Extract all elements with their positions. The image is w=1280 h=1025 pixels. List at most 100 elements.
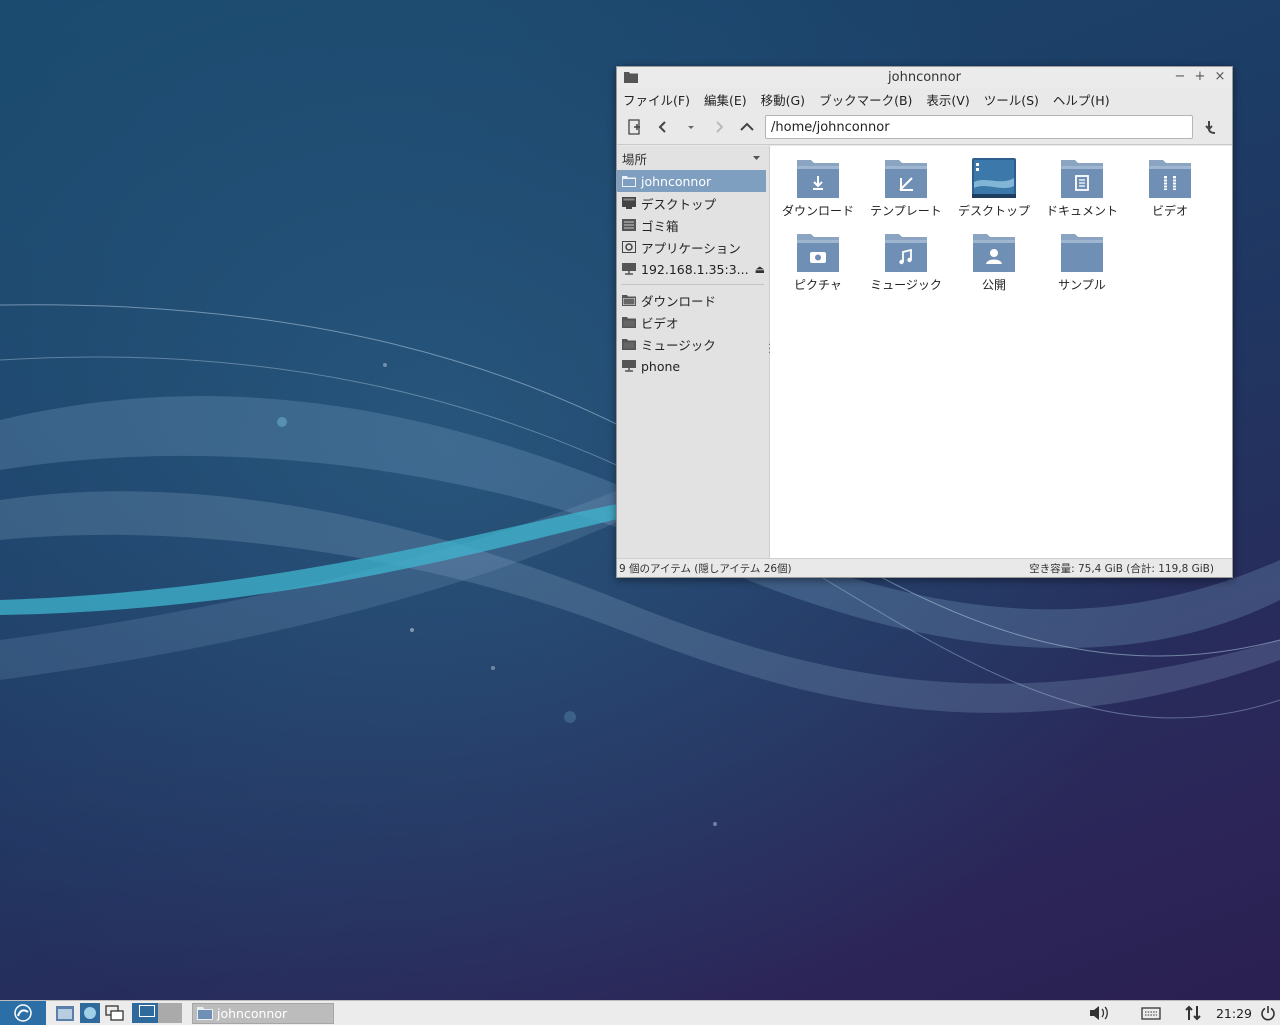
title-bar[interactable]: johnconnor − + × [617, 67, 1232, 88]
menu-bookmarks[interactable]: ブックマーク(B) [819, 90, 912, 109]
menu-edit[interactable]: 編集(E) [704, 90, 747, 109]
arrow-right-icon [716, 121, 724, 133]
workspace-2[interactable] [158, 1003, 182, 1023]
go-button[interactable] [1199, 115, 1223, 139]
browser-launcher[interactable] [79, 1003, 101, 1023]
volume-button[interactable] [1084, 1005, 1114, 1021]
show-desktop-button[interactable] [104, 1003, 126, 1023]
folder-item-public[interactable]: 公開 [951, 230, 1037, 293]
minimize-button[interactable]: − [1174, 69, 1186, 84]
folder-item-pictures[interactable]: ピクチャ [775, 230, 861, 293]
sidebar-item-trash[interactable]: ゴミ箱 [617, 214, 769, 236]
power-icon [1261, 1006, 1275, 1021]
sidebar-header[interactable]: 場所 [617, 146, 769, 170]
folder-item-label: ミュージック [870, 278, 942, 292]
start-menu-button[interactable] [0, 1001, 46, 1025]
keyboard-button[interactable] [1136, 1006, 1166, 1020]
workspace-pager[interactable] [132, 1003, 182, 1023]
taskbar: johnconnor 21:29 [0, 1000, 1280, 1025]
power-button[interactable] [1256, 1005, 1280, 1021]
network-drive-icon [622, 360, 636, 372]
go-arrow-icon [1205, 121, 1216, 134]
sidebar-item-label: ダウンロード [641, 293, 717, 309]
window-title: johnconnor [888, 70, 961, 85]
toolbar: /home/johnconnor [617, 110, 1232, 145]
new-tab-icon [628, 119, 640, 135]
desktop-folder-icon [972, 158, 1016, 198]
folder-item-videos[interactable]: ビデオ [1127, 156, 1213, 219]
sidebar-item-desktop[interactable]: デスクトップ [617, 192, 769, 214]
folder-icon [622, 176, 636, 187]
browser-icon [80, 1003, 100, 1023]
back-button[interactable] [651, 115, 675, 139]
folder-item-music[interactable]: ミュージック [863, 230, 949, 293]
picture-folder-icon [797, 234, 839, 272]
menu-help[interactable]: ヘルプ(H) [1053, 90, 1110, 109]
clock[interactable]: 21:29 [1216, 1006, 1252, 1021]
file-manager-icon [56, 1006, 74, 1021]
folder-item-label: ビデオ [1151, 204, 1188, 218]
trash-icon [622, 219, 636, 231]
sidebar-item-label: ミュージック [641, 337, 716, 353]
maximize-button[interactable]: + [1194, 69, 1206, 84]
network-button[interactable] [1178, 1004, 1208, 1022]
public-folder-icon [973, 234, 1015, 272]
folder-item-label: ピクチャ [794, 278, 842, 292]
folder-item-templates[interactable]: テンプレート [863, 156, 949, 219]
workspace-window-preview [139, 1005, 155, 1017]
folder-item-label: ダウンロード [781, 204, 854, 218]
new-tab-button[interactable] [623, 115, 647, 139]
menu-file[interactable]: ファイル(F) [623, 90, 690, 109]
forward-button[interactable] [707, 115, 731, 139]
sidebar-item-applications[interactable]: アプリケーション [617, 236, 769, 258]
document-folder-icon [1061, 160, 1103, 198]
menu-tools[interactable]: ツール(S) [984, 90, 1039, 109]
task-label: johnconnor [217, 1005, 288, 1021]
sidebar-item-home[interactable]: johnconnor [617, 170, 766, 192]
template-folder-icon [885, 160, 927, 198]
folder-item-downloads[interactable]: ダウンロード [775, 156, 861, 219]
lubuntu-logo-icon [14, 1004, 32, 1022]
parent-folder-button[interactable] [735, 115, 759, 139]
folder-icon [197, 1007, 213, 1020]
folder-item-samples[interactable]: サンプル [1039, 230, 1125, 293]
sidebar-item-label: アプリケーション [641, 240, 741, 256]
folder-item-label: サンプル [1058, 278, 1106, 292]
desktop-icon [622, 197, 636, 209]
sidebar-item-phone[interactable]: phone [617, 355, 769, 377]
sidebar-item-music[interactable]: ミュージック [617, 333, 769, 355]
arrow-up-icon [740, 122, 754, 131]
places-sidebar: 場所 johnconnor デスクトップ ゴミ箱 アプリケーション 192.16… [617, 146, 771, 559]
applications-icon [622, 241, 636, 253]
folder-icon [1061, 234, 1103, 272]
menu-go[interactable]: 移動(G) [761, 90, 805, 109]
folder-item-label: デスクトップ [957, 204, 1030, 218]
music-folder-icon [885, 234, 927, 272]
folder-icon [624, 72, 638, 83]
workspace-1[interactable] [132, 1003, 158, 1023]
sidebar-item-label: 192.168.1.35:3... [641, 261, 749, 277]
system-tray: 21:29 [1084, 1001, 1280, 1025]
folder-item-documents[interactable]: ドキュメント [1039, 156, 1125, 219]
status-bar: 9 個のアイテム (隠しアイテム 26個) 空き容量: 75,4 GiB (合計… [617, 558, 1232, 577]
folder-item-label: テンプレート [870, 204, 942, 218]
sidebar-item-label: johnconnor [641, 173, 712, 189]
taskbar-window-johnconnor[interactable]: johnconnor [192, 1002, 334, 1024]
folder-icon [622, 295, 636, 306]
sidebar-item-downloads[interactable]: ダウンロード [617, 289, 769, 311]
folder-item-desktop[interactable]: デスクトップ [951, 156, 1037, 219]
sidebar-item-label: ゴミ箱 [641, 218, 679, 234]
file-manager-launcher[interactable] [54, 1003, 76, 1023]
history-dropdown-button[interactable] [679, 115, 703, 139]
free-space: 空き容量: 75,4 GiB (合計: 119,8 GiB) [1029, 562, 1214, 575]
sidebar-separator [621, 284, 764, 285]
address-bar[interactable]: /home/johnconnor [765, 115, 1193, 139]
sidebar-item-videos[interactable]: ビデオ [617, 311, 769, 333]
close-button[interactable]: × [1214, 69, 1226, 84]
chevron-down-icon [753, 156, 760, 160]
video-folder-icon [1149, 160, 1191, 198]
sidebar-item-label: デスクトップ [641, 196, 717, 212]
menu-view[interactable]: 表示(V) [926, 90, 969, 109]
sidebar-item-network-drive[interactable]: 192.168.1.35:3... ⏏ [617, 258, 769, 280]
eject-button[interactable]: ⏏ [755, 263, 765, 276]
